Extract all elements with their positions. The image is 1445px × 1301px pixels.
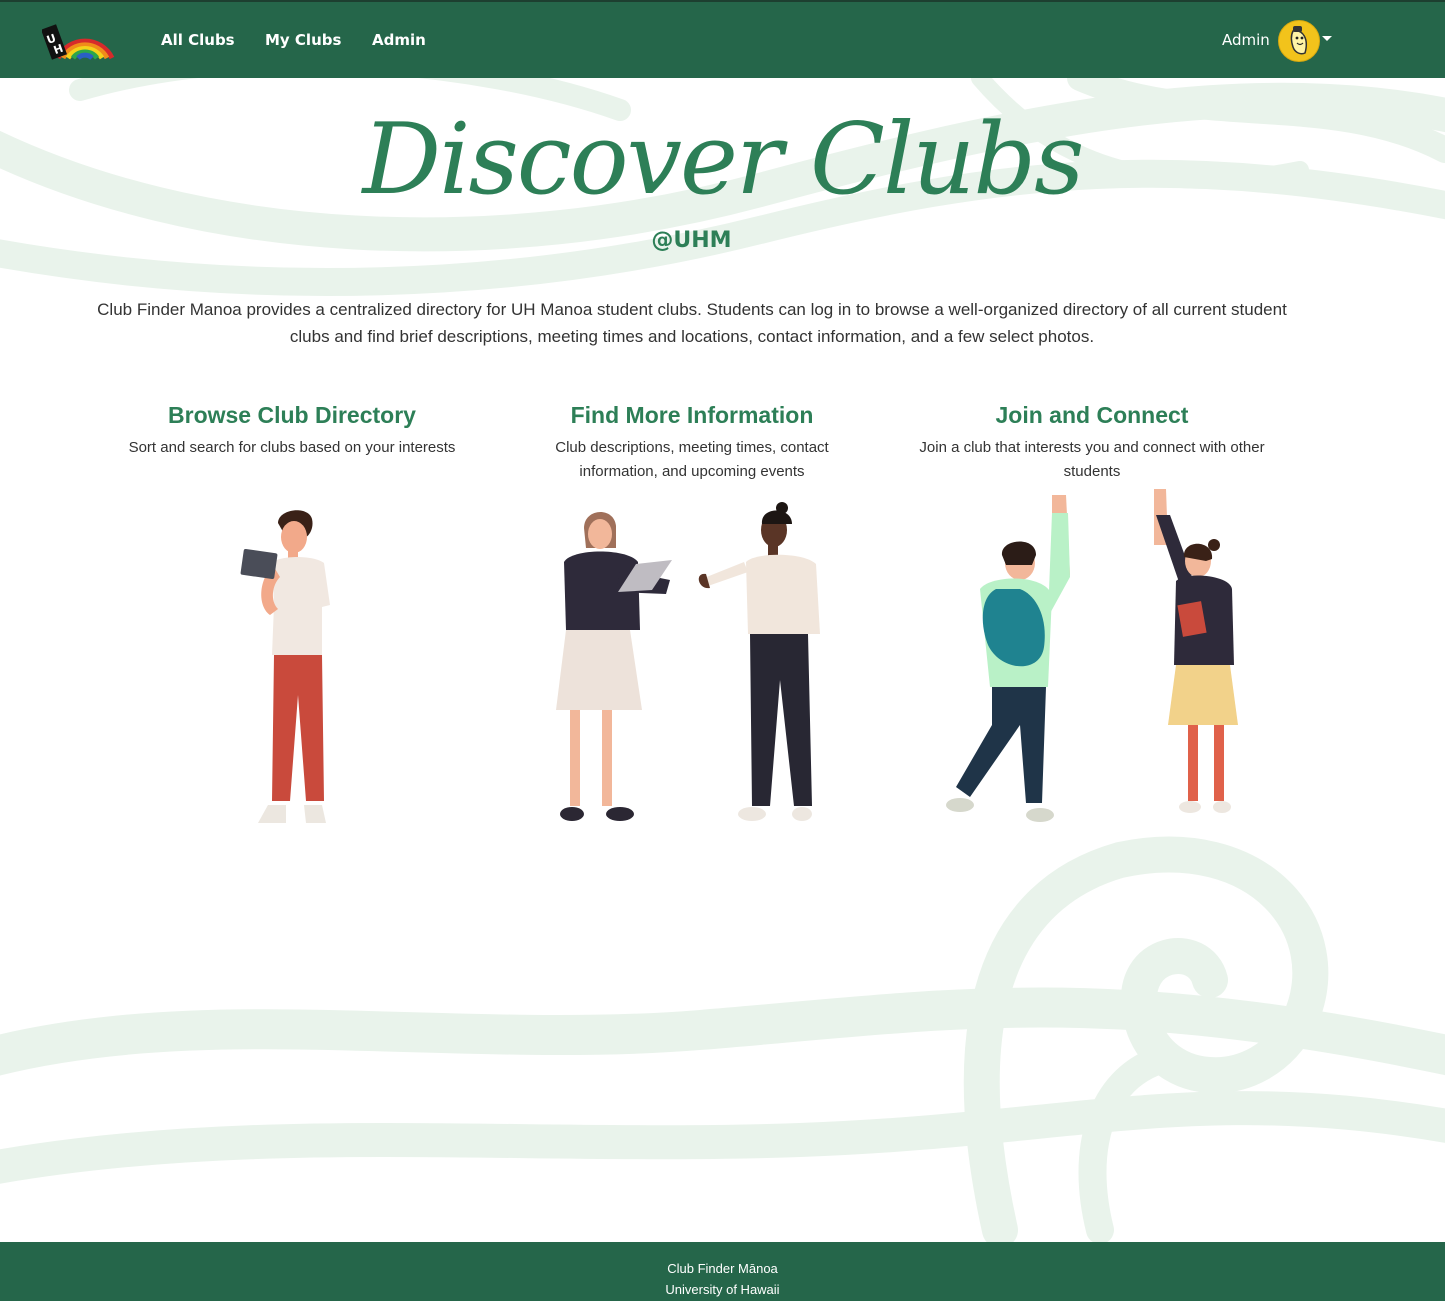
feature-text: Sort and search for clubs based on your … <box>128 439 456 456</box>
page-subtitle: @UHM <box>651 228 732 253</box>
footer-university: University of Hawaii <box>665 1282 780 1297</box>
uh-rainbow-logo[interactable]: U H <box>42 18 116 62</box>
banana-mascot-icon <box>1290 26 1307 55</box>
feature-info: Find More Information Club descriptions,… <box>492 398 892 484</box>
navbar: U H All Clubs My Clubs Admin Admin <box>0 0 1445 78</box>
feature-text: Join a club that interests you and conne… <box>919 439 1265 480</box>
students-raising-hands-illustration <box>946 489 1238 822</box>
student-reading-illustration <box>240 510 330 823</box>
chevron-down-icon <box>1322 36 1332 41</box>
feature-browse: Browse Club Directory Sort and search fo… <box>92 398 492 460</box>
nav-admin[interactable]: Admin <box>372 31 426 49</box>
students-talking-illustration <box>556 502 820 821</box>
feature-text: Club descriptions, meeting times, contac… <box>555 439 829 480</box>
intro-paragraph: Club Finder Manoa provides a centralized… <box>97 300 1287 346</box>
nav-all-clubs[interactable]: All Clubs <box>161 31 235 49</box>
footer-title: Club Finder Mānoa <box>667 1261 778 1276</box>
page-title: Discover Clubs <box>362 103 1085 217</box>
avatar <box>1278 20 1320 62</box>
feature-title: Join and Connect <box>995 402 1189 428</box>
feature-title: Browse Club Directory <box>168 402 416 428</box>
feature-join: Join and Connect Join a club that intere… <box>892 398 1292 484</box>
user-name: Admin <box>1222 31 1270 49</box>
footer: Club Finder Mānoa University of Hawaii <box>0 1242 1445 1301</box>
feature-title: Find More Information <box>570 402 814 428</box>
nav-my-clubs[interactable]: My Clubs <box>265 31 341 49</box>
